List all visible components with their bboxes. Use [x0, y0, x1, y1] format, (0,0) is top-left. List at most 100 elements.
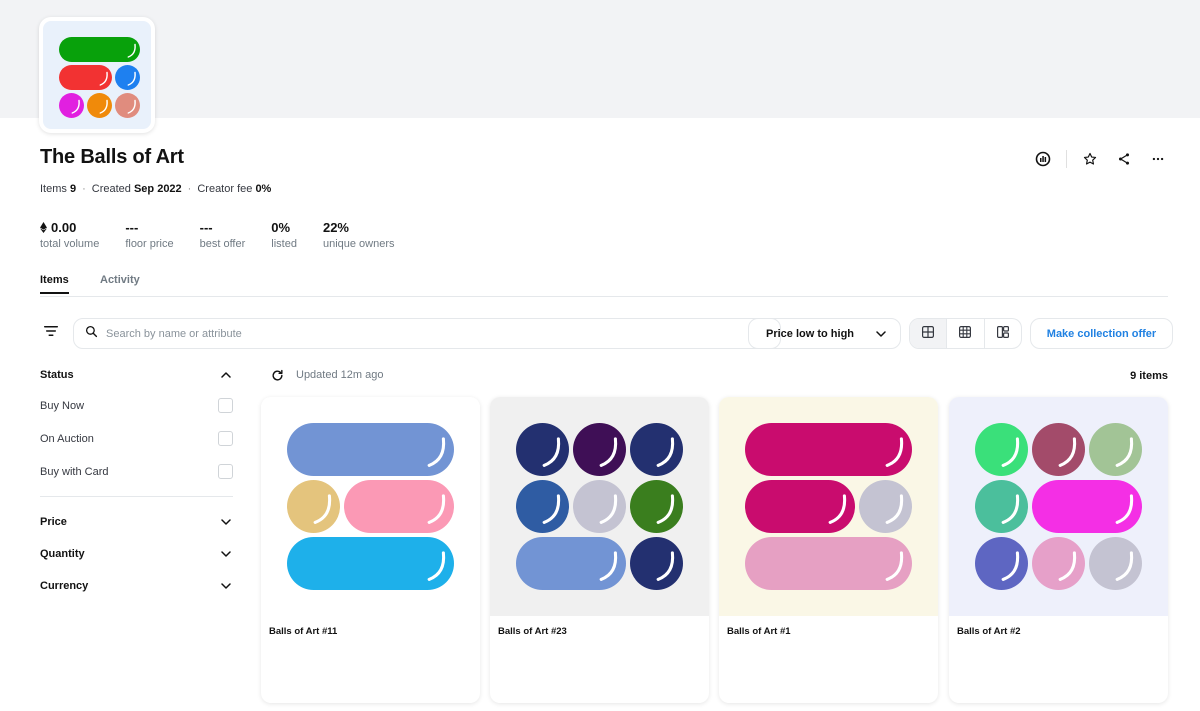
quantity-filter-header[interactable]: Quantity: [40, 538, 233, 570]
filter-toggle-button[interactable]: [40, 322, 62, 344]
ball-shape: [287, 537, 454, 590]
ball-shape: [516, 423, 569, 476]
chevron-down-icon: [876, 328, 886, 340]
collection-banner: [0, 0, 1200, 118]
buy-with-card-checkbox[interactable]: [218, 464, 233, 479]
ball-shape: [573, 423, 626, 476]
more-icon[interactable]: [1145, 148, 1171, 170]
ball-shape: [1089, 423, 1142, 476]
search-field[interactable]: [73, 318, 781, 349]
item-name: Balls of Art #2: [957, 626, 1021, 637]
items-meta-value: 9: [69, 183, 77, 195]
view-mode-toggle: [909, 318, 1022, 349]
tab-items[interactable]: Items: [40, 274, 69, 294]
results-updated: Updated 12m ago: [270, 368, 383, 382]
ball-shape: [1032, 537, 1085, 590]
ball-shape: [287, 480, 340, 533]
collection-meta: Items 9 · Created Sep 2022 · Creator fee…: [40, 183, 271, 195]
item-card[interactable]: Balls of Art #1: [719, 397, 938, 703]
item-name: Balls of Art #1: [727, 626, 791, 637]
stat-total-volume: 0.00 total volume: [40, 219, 99, 251]
buy-now-checkbox[interactable]: [218, 398, 233, 413]
large-grid-icon: [922, 325, 935, 343]
items-toolbar: Price low to high Make collection offer: [40, 318, 1173, 349]
search-input[interactable]: [106, 327, 746, 340]
share-icon[interactable]: [1111, 148, 1137, 170]
ball-shape: [516, 480, 569, 533]
small-grid-icon: [959, 325, 972, 343]
chevron-down-icon: [221, 580, 231, 592]
ball-shape: [1032, 480, 1142, 533]
chevron-down-icon: [221, 516, 231, 528]
item-image: [949, 397, 1168, 616]
ball-shape: [630, 537, 683, 590]
meta-dot: ·: [82, 183, 86, 195]
small-grid-view-button[interactable]: [946, 319, 983, 348]
updated-text: Updated 12m ago: [296, 369, 384, 381]
listed-value: 0%: [271, 219, 291, 235]
items-count: 9 items: [1130, 370, 1168, 382]
price-filter-header[interactable]: Price: [40, 506, 233, 538]
listed-label: listed: [271, 238, 297, 250]
item-image: [719, 397, 938, 616]
ball-shape: [1089, 537, 1142, 590]
creator-fee-value: 0%: [255, 183, 272, 195]
pill-art: [490, 397, 709, 616]
ball-shape: [59, 65, 112, 90]
item-card[interactable]: Balls of Art #23: [490, 397, 709, 703]
item-name: Balls of Art #23: [498, 626, 567, 637]
item-card[interactable]: Balls of Art #11: [261, 397, 480, 703]
status-option-on-auction[interactable]: On Auction: [40, 422, 233, 455]
collection-tabs: Items Activity: [40, 274, 1168, 297]
currency-filter-header[interactable]: Currency: [40, 570, 233, 602]
ball-shape: [975, 480, 1028, 533]
chevron-up-icon: [221, 369, 231, 381]
status-option-buy-with-card[interactable]: Buy with Card: [40, 455, 233, 488]
activity-chart-icon[interactable]: [1030, 148, 1056, 170]
ball-shape: [59, 93, 84, 118]
ball-shape: [975, 537, 1028, 590]
ball-shape: [115, 93, 140, 118]
collection-stats: 0.00 total volume --- floor price --- be…: [40, 219, 421, 251]
ball-shape: [745, 423, 912, 476]
ball-shape: [859, 480, 912, 533]
mosaic-icon: [996, 325, 1009, 343]
quantity-filter-title: Quantity: [40, 548, 85, 560]
ball-shape: [573, 480, 626, 533]
ball-shape: [87, 93, 112, 118]
star-icon[interactable]: [1077, 148, 1103, 170]
mosaic-view-button[interactable]: [983, 319, 1021, 348]
created-meta-label: Created: [91, 183, 131, 195]
status-filter-header[interactable]: Status: [40, 364, 233, 386]
header-divider: [1066, 150, 1067, 168]
ball-shape: [745, 480, 855, 533]
best-offer-label: best offer: [199, 238, 246, 250]
tab-activity[interactable]: Activity: [100, 274, 140, 292]
stat-best-offer: --- best offer: [199, 219, 246, 251]
pill-art: [719, 397, 938, 616]
collection-logo: [39, 17, 155, 133]
refresh-icon[interactable]: [270, 368, 284, 382]
collection-title: The Balls of Art: [40, 146, 184, 168]
ball-shape: [630, 423, 683, 476]
large-grid-view-button[interactable]: [910, 319, 947, 348]
pill-art: [59, 37, 140, 118]
meta-dot: ·: [187, 183, 192, 195]
sort-dropdown[interactable]: Price low to high: [748, 318, 901, 349]
status-option-buy-now[interactable]: Buy Now: [40, 389, 233, 422]
ball-shape: [516, 537, 626, 590]
on-auction-checkbox[interactable]: [218, 431, 233, 446]
ball-shape: [1032, 423, 1085, 476]
ball-shape: [287, 423, 454, 476]
ball-shape: [59, 37, 140, 62]
unique-owners-value: 22%: [322, 219, 349, 235]
make-collection-offer-button[interactable]: Make collection offer: [1030, 318, 1173, 349]
pill-art: [261, 397, 480, 616]
created-meta-value: Sep 2022: [133, 183, 182, 195]
creator-fee-label: Creator fee: [197, 183, 253, 195]
currency-filter-title: Currency: [40, 580, 89, 592]
best-offer-value: ---: [199, 219, 213, 235]
item-card[interactable]: Balls of Art #2: [949, 397, 1168, 703]
stat-unique-owners: 22% unique owners: [322, 219, 395, 251]
collection-logo-art: [43, 21, 151, 129]
